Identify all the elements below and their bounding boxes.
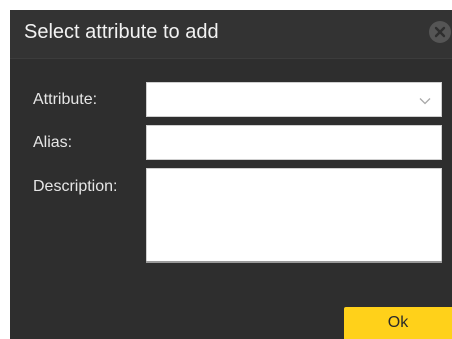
ok-button[interactable]: Ok — [344, 307, 452, 339]
alias-label: Alias: — [33, 134, 73, 151]
dialog-title-bar: Select attribute to add — [10, 10, 452, 59]
dialog-title: Select attribute to add — [24, 21, 219, 43]
select-attribute-dialog: Select attribute to add Attribute: Alias… — [10, 10, 452, 339]
description-field-underline — [146, 261, 442, 263]
description-label: Description: — [33, 178, 118, 195]
alias-input[interactable] — [146, 125, 442, 160]
chevron-down-icon — [419, 98, 431, 105]
description-textarea[interactable] — [146, 168, 442, 262]
attribute-label: Attribute: — [33, 91, 98, 108]
close-button[interactable] — [429, 21, 451, 43]
attribute-select[interactable] — [146, 82, 442, 117]
close-icon — [434, 26, 446, 38]
